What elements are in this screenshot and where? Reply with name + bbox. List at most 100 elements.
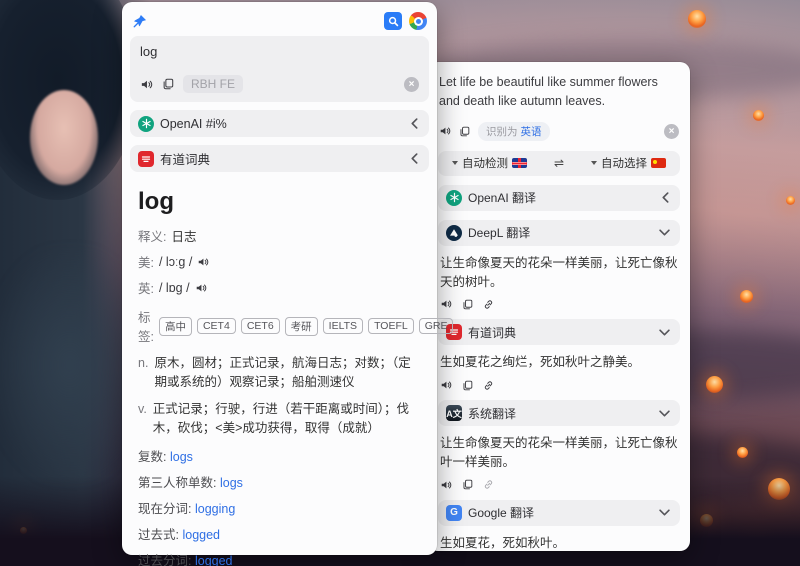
pos-label: v. xyxy=(138,400,147,439)
section-header-openai[interactable]: OpenAI #i% xyxy=(130,110,429,137)
source-text[interactable]: Let life be beautiful like summer flower… xyxy=(439,73,679,112)
youdao-icon xyxy=(138,151,154,167)
query-input[interactable]: log RBH FE × xyxy=(130,36,429,102)
deepl-icon xyxy=(446,225,462,241)
result-actions xyxy=(440,379,678,391)
form-label: 过去式: xyxy=(138,528,179,542)
form-label: 现在分词: xyxy=(138,502,191,516)
result-actions xyxy=(440,479,678,491)
target-language-select[interactable]: 自动选择 xyxy=(591,155,666,171)
detected-language: 英语 xyxy=(521,126,542,138)
service-deepl: DeepL 翻译 让生命像夏天的花朵一样美丽，让死亡像秋天的树叶。 xyxy=(438,220,680,311)
pos-definition: 原木，圆材；正式记录，航海日志；对数；（定期或系统的）观察记录；船舶测速仪 xyxy=(154,354,421,393)
exam-tag: 考研 xyxy=(285,317,318,336)
source-actions: 识别为英语 × xyxy=(439,122,679,141)
swap-languages-button[interactable]: ⇌ xyxy=(554,156,564,170)
china-flag-icon xyxy=(651,158,666,168)
form-label: 过去分词: xyxy=(138,554,191,566)
service-result: 生如夏花，死如秋叶。 xyxy=(438,526,680,552)
chevron-left-icon[interactable] xyxy=(410,118,419,129)
easydict-app-icon[interactable] xyxy=(384,12,402,30)
word-form-row: 过去分词: logged xyxy=(138,550,421,566)
speaker-icon[interactable] xyxy=(140,78,153,91)
pos-definition: 正式记录；行驶，行进（若干距离或时间）；伐木，砍伐；<美>成功获得，取得（成就） xyxy=(153,400,421,439)
copy-icon[interactable] xyxy=(162,78,174,90)
speaker-icon[interactable] xyxy=(195,282,207,294)
service-header[interactable]: G Google 翻译 xyxy=(438,500,680,526)
translation-text: 让生命像夏天的花朵一样美丽，让死亡像秋天的树叶。 xyxy=(440,254,678,292)
sky-lantern xyxy=(688,10,706,28)
service-result: 让生命像夏天的花朵一样美丽，让死亡像秋天的树叶。 xyxy=(438,246,680,311)
caret-down-icon xyxy=(591,161,597,165)
query-actions: RBH FE × xyxy=(140,75,419,93)
speaker-icon[interactable] xyxy=(440,379,452,391)
exam-tag: GRE xyxy=(419,318,454,334)
clear-query-button[interactable]: × xyxy=(404,77,419,92)
tags-label: 标签: xyxy=(138,307,154,345)
form-label: 第三人称单数: xyxy=(138,476,216,490)
speaker-icon[interactable] xyxy=(439,125,451,137)
chevron-down-icon[interactable] xyxy=(659,508,670,517)
pin-icon[interactable] xyxy=(132,14,147,29)
exam-tags: 标签: 高中 CET4 CET6 考研 IELTS TOEFL GRE xyxy=(138,307,421,345)
copy-icon[interactable] xyxy=(462,479,473,491)
definition-verb: v. 正式记录；行驶，行进（若干距离或时间）；伐木，砍伐；<美>成功获得，取得（… xyxy=(138,400,421,439)
translation-text: 让生命像夏天的花朵一样美丽，让死亡像秋叶一样美丽。 xyxy=(440,434,678,472)
dictionary-result: log 释义: 日志 美: / lɔːg / 英: / lɒg / xyxy=(130,180,429,566)
gist-label: 释义: xyxy=(138,226,166,245)
clear-source-button[interactable]: × xyxy=(664,124,679,139)
form-value[interactable]: logged xyxy=(195,554,233,566)
copy-icon[interactable] xyxy=(459,126,470,137)
speaker-icon[interactable] xyxy=(440,479,452,491)
google-translate-icon: G xyxy=(446,505,462,521)
chevron-down-icon[interactable] xyxy=(659,228,670,237)
link-icon[interactable] xyxy=(483,298,494,310)
chevron-left-icon[interactable] xyxy=(661,192,670,203)
translation-text: 生如夏花，死如秋叶。 xyxy=(440,534,678,552)
form-value[interactable]: logged xyxy=(182,528,220,542)
target-language-label: 自动选择 xyxy=(601,155,647,171)
sky-lantern xyxy=(740,290,753,303)
translation-text: 生如夏花之绚烂，死如秋叶之静美。 xyxy=(440,353,678,372)
query-text[interactable]: log xyxy=(140,44,419,59)
sky-lantern xyxy=(706,376,723,393)
word-form-row: 第三人称单数: logs xyxy=(138,472,421,491)
speaker-icon[interactable] xyxy=(440,298,452,310)
section-label: OpenAI #i% xyxy=(160,117,410,131)
sky-lantern xyxy=(753,110,764,121)
service-youdao: 有道词典 生如夏花之绚烂，死如秋叶之静美。 xyxy=(438,319,680,391)
form-value[interactable]: logging xyxy=(195,502,235,516)
copy-icon[interactable] xyxy=(462,298,473,310)
copy-icon[interactable] xyxy=(462,379,473,391)
chevron-left-icon[interactable] xyxy=(410,153,419,164)
openai-icon xyxy=(446,190,462,206)
openai-icon xyxy=(138,116,154,132)
source-language-label: 自动检测 xyxy=(462,155,508,171)
form-value[interactable]: logs xyxy=(170,450,193,464)
source-language-select[interactable]: 自动检测 xyxy=(452,155,527,171)
service-header[interactable]: A文 系统翻译 xyxy=(438,400,680,426)
speaker-icon[interactable] xyxy=(197,256,209,268)
system-translate-icon: A文 xyxy=(446,405,462,421)
service-name: OpenAI 翻译 xyxy=(468,189,661,206)
us-phonetic: / lɔːg / xyxy=(159,255,192,269)
uk-phonetic-row: 英: / lɒg / xyxy=(138,278,421,297)
service-result: 生如夏花之绚烂，死如秋叶之静美。 xyxy=(438,345,680,391)
exam-tag: CET4 xyxy=(197,318,236,334)
chevron-down-icon[interactable] xyxy=(659,328,670,337)
chrome-icon[interactable] xyxy=(409,12,427,30)
uk-flag-icon xyxy=(512,158,527,168)
service-openai: OpenAI 翻译 xyxy=(438,185,680,211)
form-value[interactable]: logs xyxy=(220,476,243,490)
service-name: 有道词典 xyxy=(468,324,659,341)
sky-lantern xyxy=(786,196,795,205)
service-header[interactable]: OpenAI 翻译 xyxy=(438,185,680,211)
detected-language-badge[interactable]: 识别为英语 xyxy=(478,122,550,141)
chevron-down-icon[interactable] xyxy=(659,409,670,418)
link-icon[interactable] xyxy=(483,379,494,391)
section-header-youdao[interactable]: 有道词典 xyxy=(130,145,429,172)
service-header[interactable]: DeepL 翻译 xyxy=(438,220,680,246)
link-icon[interactable] xyxy=(483,479,494,491)
service-google: G Google 翻译 生如夏花，死如秋叶。 xyxy=(438,500,680,552)
service-header[interactable]: 有道词典 xyxy=(438,319,680,345)
